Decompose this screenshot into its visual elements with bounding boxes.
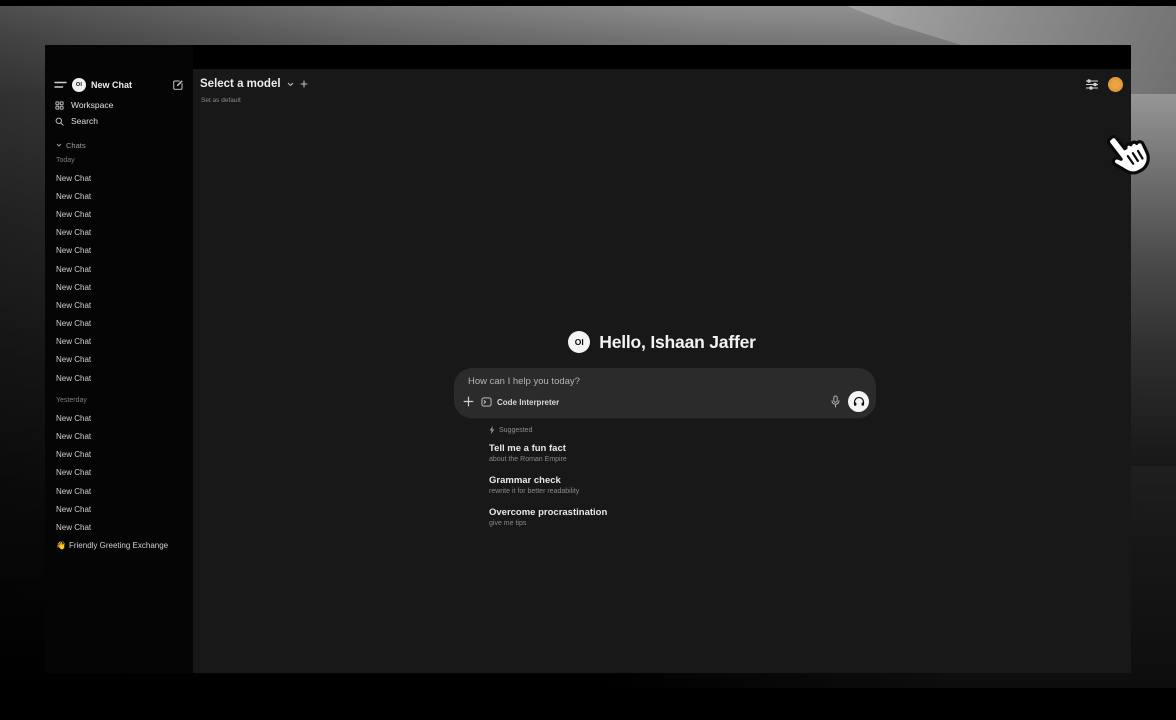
suggestion-title: Overcome procrastination [489,506,607,519]
chat-list-item[interactable]: New Chat [45,500,193,518]
hamburger-menu-icon[interactable] [54,80,67,90]
suggestion-item[interactable]: Grammar check rewrite it for better read… [489,474,607,497]
chat-list-today: New ChatNew ChatNew ChatNew ChatNew Chat… [45,169,193,387]
chat-list-yesterday: New ChatNew ChatNew ChatNew ChatNew Chat… [45,409,193,536]
chat-list-item[interactable]: New Chat [45,369,193,387]
chat-group-label-today: Today [45,156,193,166]
chat-list-item[interactable]: New Chat [45,278,193,296]
chat-group-label-yesterday: Yesterday [45,396,193,406]
suggestion-item[interactable]: Overcome procrastination give me tips [489,506,607,529]
headphones-icon [853,396,865,407]
chat-list-item-named[interactable]: 👋 Friendly Greeting Exchange [45,537,193,555]
sidebar: OI New Chat Workspace [45,45,193,673]
suggestion-item[interactable]: Tell me a fun fact about the Roman Empir… [489,442,607,465]
wave-emoji: 👋 [56,541,66,550]
suggestion-title: Grammar check [489,474,607,487]
wallpaper-shape [1131,94,1176,466]
sidebar-item-search[interactable]: Search [45,113,193,129]
bolt-icon [489,426,495,434]
suggested-section: Suggested Tell me a fun fact about the R… [489,425,607,538]
openwebui-logo-icon: OI [568,331,590,353]
code-interpreter-label: Code Interpreter [497,398,559,407]
chat-controls-sliders-icon[interactable] [1085,79,1099,90]
topbar-right-controls [1085,77,1123,92]
voice-call-button[interactable] [848,391,869,412]
chat-list-item[interactable]: New Chat [45,446,193,464]
suggestion-subtitle: give me tips [489,519,607,529]
chevron-down-icon [287,82,294,87]
new-chat-pencil-icon[interactable] [172,79,184,91]
chat-list-item[interactable]: New Chat [45,482,193,500]
chats-label: Chats [66,141,86,150]
chat-list-item[interactable]: New Chat [45,242,193,260]
chat-list-item[interactable]: New Chat [45,333,193,351]
chat-list-item[interactable]: New Chat [45,169,193,187]
model-selector[interactable]: Select a model [200,78,308,90]
greeting-text: Hello, Ishaan Jaffer [599,332,755,353]
chat-list-item[interactable]: New Chat [45,224,193,242]
message-composer: Code Interpreter [454,368,876,418]
message-input[interactable] [466,375,770,388]
chat-list-item[interactable]: New Chat [45,187,193,205]
main-area: Select a model Set as default OI Hello, … [193,69,1131,673]
openwebui-logo-icon: OI [72,78,86,92]
sidebar-header: OI New Chat [45,76,193,94]
attach-plus-icon[interactable] [463,396,474,407]
search-icon [55,117,64,126]
grid-icon [55,101,64,110]
chat-list-item[interactable]: New Chat [45,260,193,278]
chats-section-toggle[interactable]: Chats [45,139,193,151]
add-model-plus-icon[interactable] [300,80,308,88]
search-label: Search [71,116,98,126]
mic-icon[interactable] [831,395,840,408]
suggestion-subtitle: rewrite it for better readability [489,487,607,497]
composer-toolbar: Code Interpreter [454,391,876,413]
chat-list-item[interactable]: New Chat [45,409,193,427]
greeting: OI Hello, Ishaan Jaffer [193,331,1131,353]
chat-list-item[interactable]: New Chat [45,427,193,445]
model-selector-label: Select a model [200,78,281,90]
window-top-strip [45,45,1131,69]
chevron-down-icon [56,143,62,147]
named-chat-label: Friendly Greeting Exchange [69,541,168,550]
chat-list-item[interactable]: New Chat [45,351,193,369]
app-window: OI New Chat Workspace [45,45,1131,673]
sidebar-item-workspace[interactable]: Workspace [45,97,193,113]
chat-list-item[interactable]: New Chat [45,296,193,314]
chat-list-item[interactable]: New Chat [45,315,193,333]
suggestion-subtitle: about the Roman Empire [489,455,607,465]
workspace-label: Workspace [71,100,113,110]
sidebar-title: New Chat [91,80,167,90]
chat-list-item[interactable]: New Chat [45,464,193,482]
suggestion-list: Tell me a fun fact about the Roman Empir… [489,442,607,529]
suggested-label: Suggested [499,427,532,434]
suggested-header: Suggested [489,425,607,435]
chat-list-item[interactable]: New Chat [45,518,193,536]
chat-list-item[interactable]: New Chat [45,205,193,223]
user-avatar[interactable] [1108,77,1123,92]
set-as-default-link[interactable]: Set as default [201,97,241,104]
suggestion-title: Tell me a fun fact [489,442,607,455]
code-interpreter-toggle[interactable]: Code Interpreter [481,394,559,410]
